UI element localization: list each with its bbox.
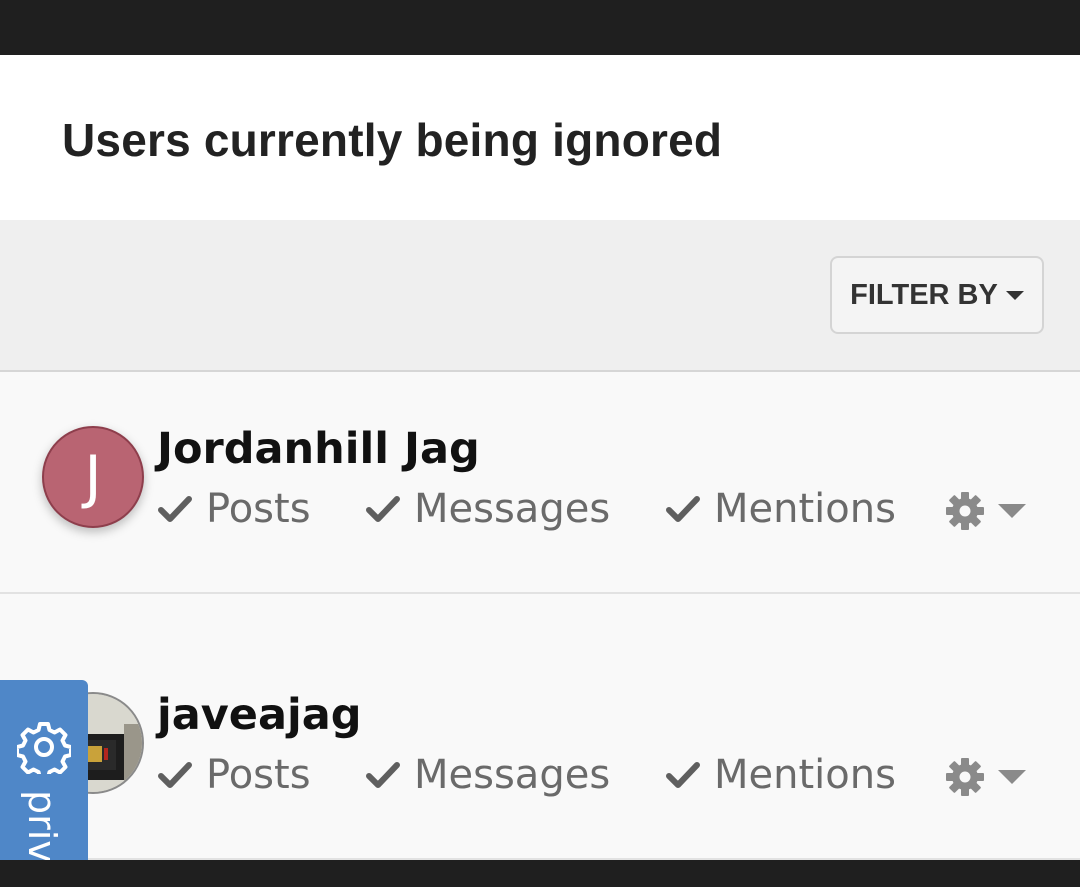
username[interactable]: javeajag bbox=[157, 690, 362, 740]
caret-down-icon bbox=[998, 504, 1026, 518]
ignore-messages-toggle[interactable]: Messages bbox=[366, 486, 610, 532]
ignore-messages-label: Messages bbox=[414, 752, 611, 798]
gear-icon bbox=[946, 758, 984, 796]
check-icon bbox=[366, 762, 400, 788]
avatar[interactable]: J bbox=[42, 426, 144, 528]
check-icon bbox=[158, 762, 192, 788]
gear-icon bbox=[946, 492, 984, 530]
ignore-messages-toggle[interactable]: Messages bbox=[366, 752, 610, 798]
page-header: Users currently being ignored bbox=[0, 55, 1080, 220]
check-icon bbox=[666, 496, 700, 522]
ignore-posts-toggle[interactable]: Posts bbox=[158, 752, 311, 798]
filter-by-label: FILTER BY bbox=[850, 278, 998, 311]
check-icon bbox=[366, 496, 400, 522]
check-icon bbox=[666, 762, 700, 788]
page-title: Users currently being ignored bbox=[62, 114, 723, 166]
ignore-mentions-toggle[interactable]: Mentions bbox=[666, 486, 896, 532]
ignore-mentions-label: Mentions bbox=[714, 752, 896, 798]
ignore-posts-label: Posts bbox=[206, 752, 311, 798]
settings-icon bbox=[17, 722, 71, 774]
user-options-menu[interactable] bbox=[944, 756, 1026, 798]
top-status-bar bbox=[0, 0, 1080, 55]
check-icon bbox=[158, 496, 192, 522]
avatar-initial: J bbox=[84, 443, 102, 511]
ignore-posts-label: Posts bbox=[206, 486, 311, 532]
ignored-user-row: J Jordanhill Jag Posts Messages Mentions bbox=[0, 372, 1080, 594]
ignored-user-row: javeajag Posts Messages Mentions bbox=[0, 594, 1080, 860]
filter-by-button[interactable]: FILTER BY bbox=[830, 256, 1044, 334]
caret-down-icon bbox=[1005, 290, 1024, 300]
ignore-mentions-label: Mentions bbox=[714, 486, 896, 532]
bottom-bar bbox=[0, 860, 1080, 887]
ignore-mentions-toggle[interactable]: Mentions bbox=[666, 752, 896, 798]
caret-down-icon bbox=[998, 770, 1026, 784]
privacy-settings-tab[interactable]: priva bbox=[0, 680, 88, 887]
user-options-menu[interactable] bbox=[944, 490, 1026, 532]
ignore-messages-label: Messages bbox=[414, 486, 611, 532]
filter-bar: FILTER BY bbox=[0, 220, 1080, 372]
ignore-posts-toggle[interactable]: Posts bbox=[158, 486, 311, 532]
username[interactable]: Jordanhill Jag bbox=[157, 424, 480, 474]
